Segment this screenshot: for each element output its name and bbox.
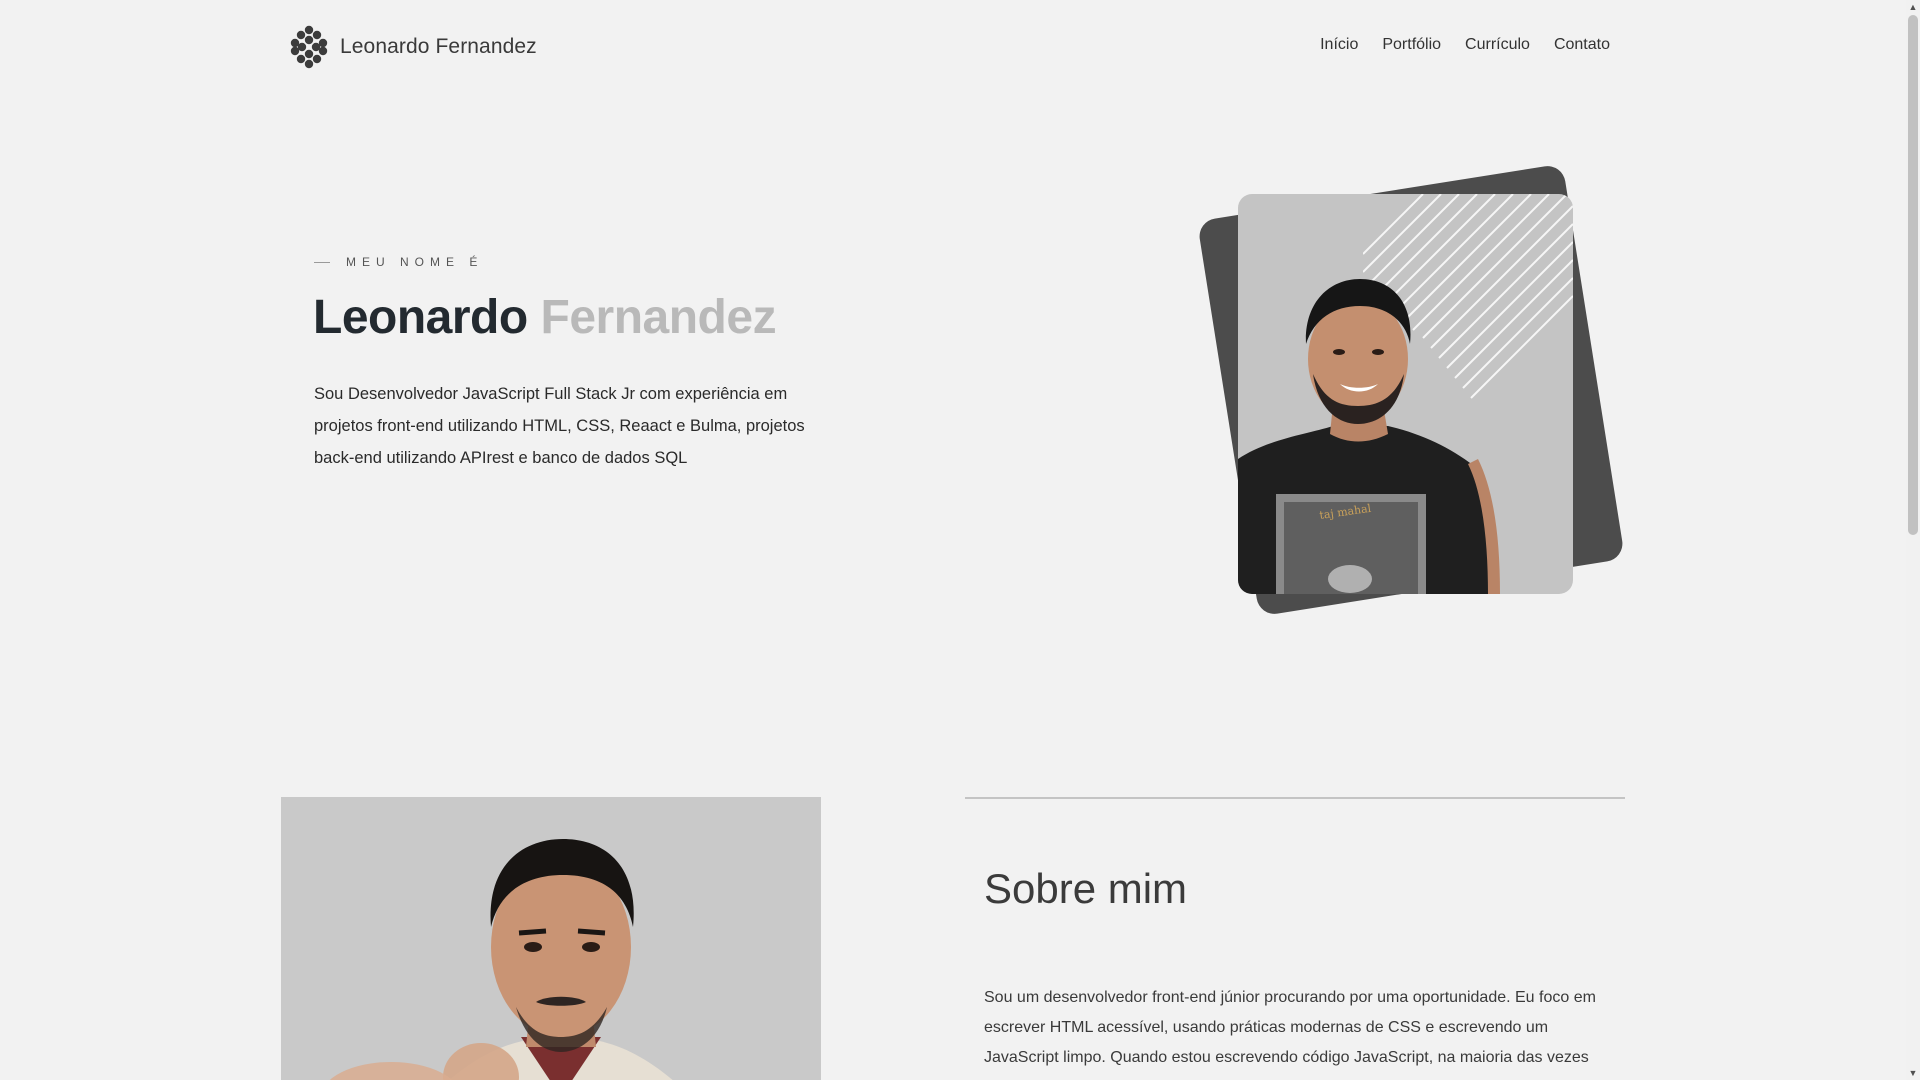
logo-text: Leonardo Fernandez: [340, 35, 537, 58]
hero-first-name: Leonardo: [313, 291, 528, 344]
main-nav: Início Portfólio Currículo Contato: [1320, 36, 1610, 54]
nav-link-portfolio[interactable]: Portfólio: [1382, 36, 1441, 54]
about-portrait-image: [281, 797, 821, 1080]
hero-last-name: Fernandez: [540, 291, 777, 344]
hero-name: Leonardo Fernandez: [313, 290, 777, 345]
hero-photo-card: taj mahal: [1238, 194, 1573, 594]
eyebrow-dash: [314, 261, 330, 263]
about-divider: [965, 797, 1625, 799]
arrow-down-icon[interactable]: ▼: [1906, 1066, 1920, 1080]
about-photo: [281, 797, 821, 1080]
about-text: Sou um desenvolvedor front-end júnior pr…: [984, 989, 1596, 1080]
vertical-scrollbar[interactable]: ▲ ▼: [1906, 0, 1920, 1080]
nav-link-contato[interactable]: Contato: [1554, 36, 1610, 54]
eyebrow-text: MEU NOME É: [346, 255, 484, 269]
page: Leonardo Fernandez Início Portfólio Curr…: [0, 0, 1920, 1080]
molecule-logo-icon: [290, 25, 328, 69]
nav-link-curriculo[interactable]: Currículo: [1465, 36, 1530, 54]
site-logo[interactable]: Leonardo Fernandez: [286, 24, 537, 70]
nav-link-inicio[interactable]: Início: [1320, 36, 1358, 54]
scrollbar-thumb[interactable]: [1908, 15, 1918, 535]
arrow-up-icon[interactable]: ▲: [1906, 0, 1920, 14]
hero-description: Sou Desenvolvedor JavaScript Full Stack …: [314, 385, 805, 467]
hero-portrait-image: taj mahal: [1238, 279, 1500, 594]
hero-eyebrow: MEU NOME É: [314, 255, 483, 269]
about-title: Sobre mim: [984, 865, 1188, 912]
